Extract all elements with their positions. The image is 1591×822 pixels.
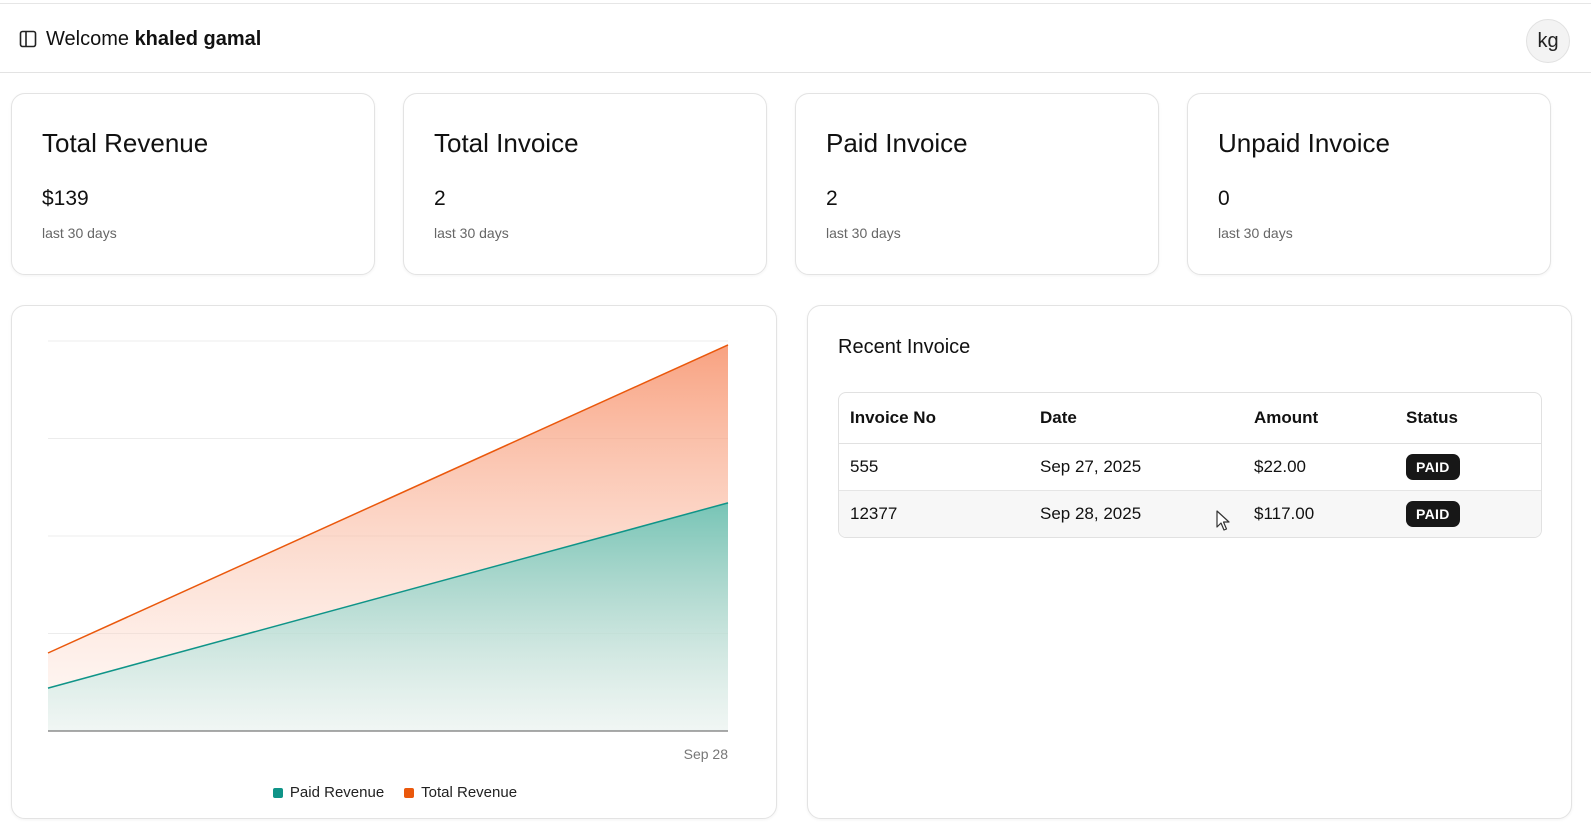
- stat-value: $139: [42, 187, 89, 210]
- stat-subtitle: last 30 days: [434, 225, 509, 241]
- invoice-no-cell: 555: [839, 443, 1029, 491]
- column-header-invoice-no[interactable]: Invoice No: [839, 393, 1029, 444]
- table-row[interactable]: 555 Sep 27, 2025 $22.00 PAID: [839, 443, 1541, 491]
- top-header: Welcome khaled gamal kg: [0, 4, 1591, 73]
- stat-title: Unpaid Invoice: [1218, 128, 1390, 158]
- table-header-row: Invoice No Date Amount Status: [839, 393, 1541, 444]
- stat-card-paid-invoice: Paid Invoice 2 last 30 days: [795, 93, 1159, 275]
- invoice-table: Invoice No Date Amount Status 555 Sep 27…: [838, 392, 1542, 538]
- stat-value: 0: [1218, 187, 1230, 210]
- recent-invoice-title: Recent Invoice: [838, 336, 971, 358]
- chart-legend: Paid Revenue Total Revenue: [12, 784, 778, 801]
- welcome-prefix: Welcome: [46, 28, 129, 50]
- mouse-cursor-icon: [1216, 510, 1230, 531]
- revenue-area-chart: Sep 28: [47, 340, 729, 762]
- welcome-text: Welcome khaled gamal: [46, 28, 261, 51]
- x-tick-label: Sep 28: [684, 746, 729, 762]
- date-cell: Sep 28, 2025: [1040, 503, 1142, 523]
- stat-value: 2: [826, 187, 838, 210]
- legend-swatch-paid: [272, 787, 283, 798]
- stat-subtitle: last 30 days: [1218, 225, 1293, 241]
- stat-title: Paid Invoice: [826, 128, 968, 158]
- legend-label: Total Revenue: [421, 784, 518, 801]
- sidebar-toggle-icon[interactable]: [19, 30, 37, 48]
- amount-cell: $117.00: [1254, 503, 1315, 523]
- column-header-date[interactable]: Date: [1029, 393, 1243, 444]
- stat-card-total-invoice: Total Invoice 2 last 30 days: [403, 93, 767, 275]
- stat-subtitle: last 30 days: [42, 225, 117, 241]
- date-cell: Sep 27, 2025: [1029, 443, 1243, 491]
- stat-card-total-revenue: Total Revenue $139 last 30 days: [11, 93, 375, 275]
- status-badge: PAID: [1406, 453, 1460, 480]
- recent-invoice-card: Recent Invoice Invoice No Date Amount St…: [807, 305, 1572, 819]
- table-row[interactable]: 12377 Sep 28, 2025 $117.00 PAID: [839, 490, 1541, 537]
- legend-item-paid-revenue[interactable]: Paid Revenue: [272, 784, 385, 801]
- user-name: khaled gamal: [134, 28, 262, 50]
- amount-cell: $22.00: [1243, 443, 1395, 491]
- stat-subtitle: last 30 days: [826, 225, 901, 241]
- revenue-chart-card: Sep 28 Paid Revenue Total Revenue: [11, 305, 777, 819]
- status-cell: PAID: [1395, 443, 1541, 491]
- column-header-status[interactable]: Status: [1395, 393, 1541, 444]
- legend-swatch-total: [404, 787, 415, 798]
- column-header-amount[interactable]: Amount: [1243, 393, 1395, 444]
- avatar[interactable]: kg: [1526, 19, 1570, 63]
- legend-label: Paid Revenue: [289, 784, 385, 801]
- stat-card-unpaid-invoice: Unpaid Invoice 0 last 30 days: [1187, 93, 1551, 275]
- status-badge: PAID: [1406, 500, 1460, 527]
- stat-title: Total Revenue: [42, 128, 209, 158]
- stat-value: 2: [434, 187, 446, 210]
- stat-title: Total Invoice: [434, 128, 579, 158]
- status-cell: PAID: [1395, 490, 1541, 537]
- invoice-no-cell: 12377: [850, 503, 898, 523]
- legend-item-total-revenue[interactable]: Total Revenue: [404, 784, 517, 801]
